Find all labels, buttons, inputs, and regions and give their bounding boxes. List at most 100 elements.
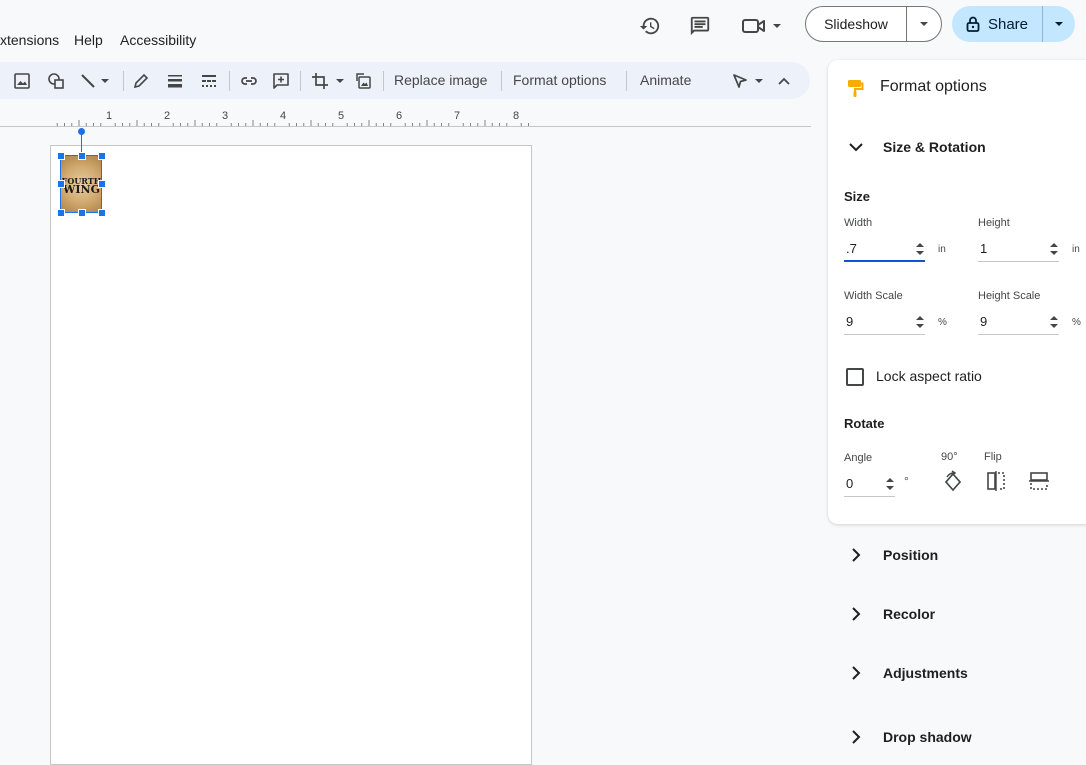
width-input[interactable] [844,236,925,262]
toolbar-divider [383,71,384,91]
image-icon[interactable] [11,70,33,92]
height-scale-spinner[interactable] [1050,315,1058,329]
select-cursor-icon[interactable] [729,70,751,92]
flip-vertical-icon[interactable] [1028,470,1050,497]
ruler-number: 8 [513,110,520,122]
resize-handle-e[interactable] [98,180,106,188]
animate-button[interactable]: Animate [640,72,691,88]
resize-handle-s[interactable] [78,209,86,217]
section-adjustments[interactable]: Adjustments [883,665,968,681]
ruler-number: 3 [222,110,229,122]
link-icon[interactable] [238,70,260,92]
size-rotation-header[interactable]: Size & Rotation [883,139,986,155]
slide-canvas[interactable] [50,145,532,765]
toolbar-divider [626,71,627,91]
toolbar-divider [123,71,124,91]
height-scale-unit: % [1072,317,1081,328]
shape-icon[interactable] [45,70,67,92]
angle-spinner[interactable] [886,477,894,491]
flip-horizontal-icon[interactable] [985,470,1007,497]
width-scale-spinner[interactable] [916,315,924,329]
slideshow-button-group: Slideshow [805,6,942,42]
width-spinner[interactable] [916,242,924,256]
rotate-90-label: 90° [941,451,958,463]
select-dropdown-icon[interactable] [752,70,766,92]
replace-image-button[interactable]: Replace image [394,72,487,88]
lock-icon [966,16,980,32]
ruler-number: 2 [164,110,171,122]
height-scale-label: Height Scale [978,290,1041,302]
history-icon[interactable] [636,12,664,40]
collapse-toolbar-icon[interactable] [773,70,795,92]
ruler-number: 7 [454,110,461,122]
chevron-right-icon[interactable] [848,665,864,681]
rotation-handle[interactable] [78,128,85,135]
menu-accessibility[interactable]: Accessibility [120,32,196,48]
resize-handle-w[interactable] [57,180,65,188]
menu-extensions[interactable]: xtensions [0,32,59,48]
width-scale-unit: % [938,317,947,328]
ruler-divider [0,126,811,127]
width-scale-input[interactable] [844,309,925,335]
reset-image-icon[interactable] [353,70,375,92]
resize-handle-ne[interactable] [98,152,106,160]
line-icon[interactable] [77,70,99,92]
menu-help[interactable]: Help [74,32,103,48]
share-button[interactable]: Share [952,6,1043,42]
section-recolor[interactable]: Recolor [883,606,935,622]
angle-unit: ° [904,474,909,488]
resize-handle-nw[interactable] [57,152,65,160]
angle-label: Angle [844,452,873,464]
resize-handle-n[interactable] [78,152,86,160]
rotate-label: Rotate [844,416,885,431]
slideshow-button[interactable]: Slideshow [806,7,907,41]
chevron-right-icon[interactable] [848,547,864,563]
height-input[interactable] [978,236,1059,262]
pen-icon[interactable] [130,70,152,92]
border-dash-icon[interactable] [198,70,220,92]
share-button-group: Share [952,6,1075,42]
border-weight-icon[interactable] [164,70,186,92]
meet-icon[interactable] [740,12,786,40]
height-scale-input[interactable] [978,309,1059,335]
width-scale-label: Width Scale [844,290,903,302]
flip-label: Flip [984,451,1002,463]
chevron-right-icon[interactable] [848,606,864,622]
section-position[interactable]: Position [883,547,938,563]
comment-icon[interactable] [686,12,714,40]
toolbar-divider [501,71,502,91]
panel-title: Format options [880,78,987,95]
lock-aspect-checkbox[interactable] [846,368,864,386]
crop-icon[interactable] [309,70,331,92]
toolbar-divider [229,71,230,91]
chevron-down-icon [920,22,928,26]
width-label: Width [844,217,873,229]
slideshow-dropdown[interactable] [907,7,941,41]
chevron-right-icon[interactable] [848,729,864,745]
width-unit: in [938,244,946,255]
ruler-number: 6 [396,110,403,122]
rotate-90-icon[interactable] [941,470,965,499]
height-label: Height [978,217,1010,229]
ruler-number: 1 [106,110,113,122]
resize-handle-se[interactable] [98,209,106,217]
crop-dropdown-icon[interactable] [333,70,347,92]
chevron-down-icon[interactable] [848,139,864,155]
section-drop-shadow[interactable]: Drop shadow [883,729,972,745]
ruler-number: 5 [338,110,345,122]
selection-outline [60,155,102,213]
share-dropdown[interactable] [1043,6,1075,42]
resize-handle-sw[interactable] [57,209,65,217]
format-options-button[interactable]: Format options [513,72,606,88]
paint-roller-icon [846,78,864,103]
toolbar-divider [300,71,301,91]
size-label: Size [844,189,871,204]
ruler-number: 4 [280,110,287,122]
share-label: Share [987,15,1029,33]
lock-aspect-label[interactable]: Lock aspect ratio [876,368,982,384]
add-comment-icon[interactable] [270,70,292,92]
line-dropdown-icon[interactable] [99,70,111,92]
chevron-down-icon [1055,22,1063,26]
height-unit: in [1072,244,1080,255]
height-spinner[interactable] [1050,242,1058,256]
